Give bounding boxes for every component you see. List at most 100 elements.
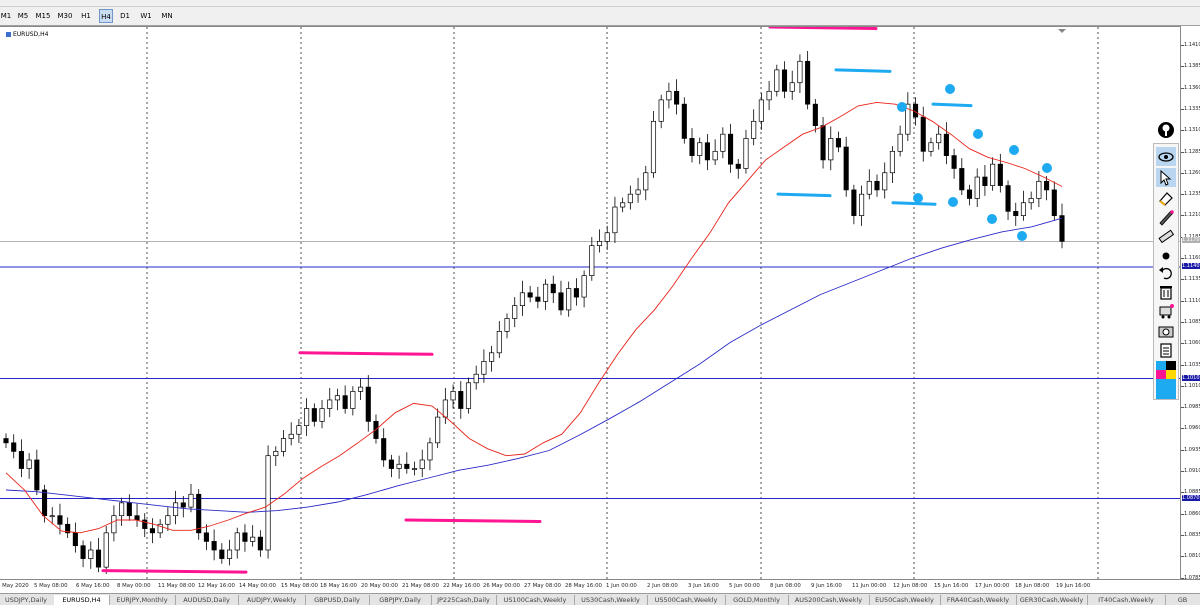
- cyan-dot-marker: [1009, 145, 1019, 155]
- price-tick-label: 1.1160: [1184, 255, 1200, 261]
- candle-body: [912, 103, 919, 118]
- candle-body: [1013, 210, 1019, 216]
- candle-body: [26, 459, 32, 469]
- price-tick-label: 1.1335: [1184, 105, 1200, 112]
- price-tick-label: 1.1085: [1184, 318, 1200, 325]
- price-tick-label: 1.0860: [1184, 510, 1200, 517]
- pink-marker-line: [101, 569, 248, 574]
- timeframe-h4[interactable]: H4: [99, 9, 113, 23]
- timeframe-m1[interactable]: M1: [0, 9, 12, 23]
- timeframe-mn[interactable]: MN: [160, 9, 174, 23]
- timeframe-d1[interactable]: D1: [119, 9, 131, 23]
- candle-body: [257, 536, 263, 551]
- ruler-icon[interactable]: [1156, 226, 1176, 245]
- candle-body: [342, 395, 348, 409]
- candle-body: [797, 60, 803, 84]
- cyan-dot-marker: [897, 102, 907, 112]
- time-axis[interactable]: 4 May 2020 5 May 08:00 6 May 16:00 8 May 00…: [0, 579, 1200, 594]
- candle-body: [828, 138, 834, 161]
- cyan-marker-line: [891, 201, 937, 206]
- time-tick-label: 11 Jun 00:00: [852, 583, 887, 589]
- cyan-dot-marker: [948, 197, 958, 207]
- candle-body: [358, 386, 364, 392]
- timeframe-toolbar: M1 M5 M15 M30 H1 H4 D1 W1 MN: [0, 7, 1200, 26]
- ruler-icon-graphic: [1158, 229, 1175, 244]
- candle-body: [173, 502, 179, 517]
- cart-icon[interactable]: [1156, 301, 1176, 320]
- candle-body: [581, 275, 587, 298]
- candle-body: [573, 288, 579, 298]
- timeframe-m5[interactable]: M5: [16, 9, 30, 23]
- time-tick-label: 3 Jun 16:00: [688, 583, 719, 589]
- candle-body: [620, 202, 626, 208]
- candle-body: [951, 155, 957, 169]
- candle-body: [226, 549, 233, 559]
- cyan-dot-marker: [945, 84, 955, 94]
- candle-body: [149, 528, 156, 534]
- time-tick-label: 20 May 00:00: [361, 583, 398, 589]
- candle-body: [851, 189, 857, 216]
- timeframe-m15[interactable]: M15: [34, 9, 52, 23]
- candle-body: [535, 296, 541, 302]
- timeframe-w1[interactable]: W1: [140, 9, 152, 23]
- camera-icon[interactable]: [1156, 321, 1176, 340]
- candle-body: [751, 120, 757, 139]
- undo-icon[interactable]: [1156, 263, 1176, 282]
- timeframe-m30[interactable]: M30: [56, 9, 74, 23]
- candle-body: [920, 116, 926, 152]
- chart-area[interactable]: EURUSD,H4: [0, 26, 1180, 580]
- time-tick-label: 17 Jun 00:00: [975, 583, 1010, 589]
- clipboard-icon[interactable]: [1156, 340, 1176, 359]
- candle-body: [296, 425, 302, 435]
- cursor-icon[interactable]: [1156, 168, 1176, 187]
- eraser-icon[interactable]: [1156, 188, 1176, 207]
- candle-body: [435, 416, 441, 444]
- price-tick-label: 1.0835: [1184, 531, 1200, 538]
- price-tick-label: 1.1310: [1184, 127, 1200, 134]
- time-tick-label: 22 May 16:00: [443, 583, 480, 589]
- candle-body: [3, 438, 9, 444]
- trash-icon-graphic: [1160, 286, 1172, 300]
- candle-body: [126, 502, 132, 517]
- price-tick-label: 1.1060: [1184, 340, 1200, 347]
- candle-body: [80, 545, 86, 559]
- time-tick-label: 1 Jun 00:00: [606, 583, 637, 589]
- candle-body: [712, 150, 718, 161]
- candle-body: [1059, 215, 1065, 242]
- pin-icon[interactable]: [1156, 120, 1176, 139]
- candle-body: [766, 90, 772, 101]
- eye-icon[interactable]: [1156, 147, 1176, 166]
- time-tick-label: 28 May 16:00: [565, 583, 602, 589]
- trash-icon[interactable]: [1156, 282, 1176, 301]
- pin-icon-graphic: [1158, 122, 1174, 138]
- chart-symbol-text: EURUSD,H4: [13, 31, 49, 38]
- price-axis[interactable]: 1.1410 1.1385 1.1360 1.1335 1.1310 1.1285 1.12…: [1180, 26, 1200, 581]
- fast-moving-average-line: [5, 101, 1063, 534]
- candle-body: [882, 172, 888, 191]
- candle-body: [697, 142, 703, 156]
- candle-body: [1036, 180, 1042, 199]
- candle-body: [843, 146, 849, 191]
- price-tick-label: 1.1135: [1184, 276, 1200, 283]
- color-palette-icon[interactable]: [1156, 361, 1176, 399]
- price-chart[interactable]: [0, 27, 1180, 580]
- candle-body: [496, 331, 502, 354]
- time-tick-label: 27 May 08:00: [524, 583, 561, 589]
- candle-body: [404, 463, 410, 469]
- candle-body: [789, 82, 795, 92]
- pink-marker-line: [768, 27, 878, 30]
- candle-body: [604, 232, 610, 242]
- candle-body: [1051, 189, 1057, 216]
- cyan-marker-line: [931, 102, 973, 108]
- candle-body: [250, 536, 256, 542]
- pencil-icon[interactable]: [1156, 207, 1176, 226]
- price-tick-label: 1.1385: [1184, 63, 1200, 70]
- price-tick-label: 1.1035: [1184, 361, 1200, 368]
- candle-body: [304, 408, 310, 427]
- candle-body: [219, 549, 225, 559]
- candle-body: [1005, 185, 1011, 212]
- pink-marker-line: [404, 518, 542, 523]
- timeframe-h1[interactable]: H1: [80, 9, 92, 23]
- cyan-dot-marker: [913, 193, 923, 203]
- price-tick-label: 1.1110: [1184, 297, 1200, 304]
